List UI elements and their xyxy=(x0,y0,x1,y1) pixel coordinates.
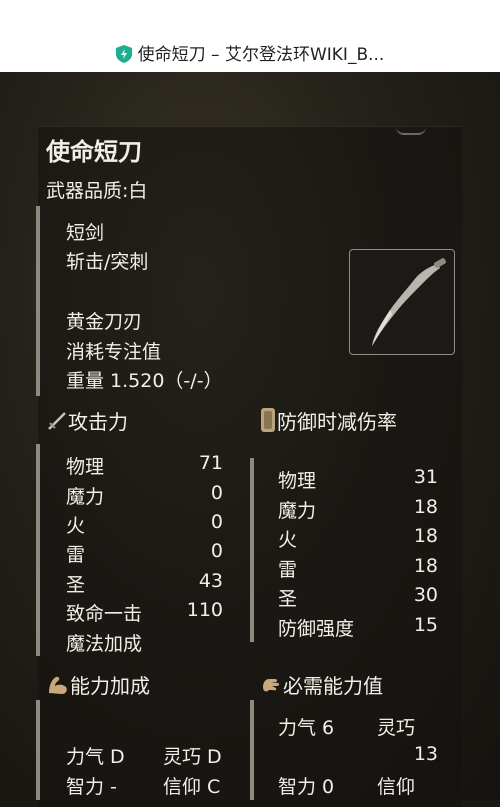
requirement-strength: 力气 6 xyxy=(278,717,335,739)
attack-value: 71 xyxy=(198,452,223,474)
scaling-stat: 力气 D xyxy=(66,746,125,768)
requirements-divider xyxy=(250,700,254,800)
page-title: 使命短刀 – 艾尔登法环WIKI_B... xyxy=(137,45,385,65)
scaling-heading-label: 能力加成 xyxy=(70,674,150,698)
requirement-dexterity-label: 灵巧 xyxy=(377,717,416,739)
attack-value: 0 xyxy=(210,511,223,533)
requirements-heading: 必需能力值 xyxy=(259,670,383,702)
scaling-heading: 能力加成 xyxy=(46,670,150,702)
info-divider xyxy=(36,206,40,396)
page-title-wrapper[interactable]: 使命短刀 – 艾尔登法环WIKI_B... xyxy=(0,40,500,68)
weapon-image-frame xyxy=(349,249,455,355)
defense-label: 雷 xyxy=(278,559,298,581)
attack-label: 魔法加成 xyxy=(66,633,143,655)
browser-title-bar: 使命短刀 – 艾尔登法环WIKI_B... xyxy=(0,0,500,73)
weapon-cost: 消耗专注值 xyxy=(66,341,162,363)
shield-icon xyxy=(259,407,277,438)
attack-label: 圣 xyxy=(66,574,86,596)
requirement-intelligence: 智力 0 xyxy=(278,776,335,798)
arm-icon xyxy=(46,673,70,702)
scaling-divider xyxy=(36,700,40,800)
panel-corner-decoration xyxy=(396,127,426,135)
attack-label: 火 xyxy=(66,515,86,537)
weapon-type: 短剑 xyxy=(66,222,105,244)
defense-label: 魔力 xyxy=(278,500,317,522)
attack-value: 0 xyxy=(210,482,223,504)
shield-icon xyxy=(115,45,132,68)
defense-divider xyxy=(250,458,254,642)
defense-label: 防御强度 xyxy=(278,618,355,640)
defense-value: 15 xyxy=(413,614,438,636)
scaling-stat: 信仰 C xyxy=(163,776,221,798)
scaling-stat: 灵巧 D xyxy=(163,746,222,768)
defense-label: 火 xyxy=(278,529,298,551)
attack-label: 魔力 xyxy=(66,486,105,508)
scaling-stat: 智力 - xyxy=(66,776,117,798)
defense-label: 物理 xyxy=(278,470,317,492)
attack-value: 0 xyxy=(210,540,223,562)
weapon-weight: 重量 1.520（-/-） xyxy=(66,370,223,392)
defense-value: 18 xyxy=(413,555,438,577)
weapon-attack-type: 斩击/突刺 xyxy=(66,251,149,273)
hand-icon xyxy=(259,673,283,702)
defense-label: 圣 xyxy=(278,588,298,610)
weapon-name: 使命短刀 xyxy=(46,138,142,166)
attack-heading-label: 攻击力 xyxy=(68,410,128,434)
defense-heading-label: 防御时减伤率 xyxy=(277,410,397,434)
attack-label: 雷 xyxy=(66,544,86,566)
defense-value: 31 xyxy=(413,466,438,488)
attack-heading: 攻击力 xyxy=(46,406,128,437)
dagger-icon xyxy=(372,258,446,346)
requirement-dexterity-value: 13 xyxy=(413,743,438,765)
attack-label: 物理 xyxy=(66,456,105,478)
attack-divider xyxy=(36,444,40,656)
attack-value: 43 xyxy=(198,570,223,592)
weapon-skill: 黄金刀刃 xyxy=(66,311,143,333)
requirements-heading-label: 必需能力值 xyxy=(283,674,383,698)
sword-icon xyxy=(46,410,68,437)
defense-heading: 防御时减伤率 xyxy=(259,406,397,438)
defense-value: 30 xyxy=(413,584,438,606)
attack-label: 致命一击 xyxy=(66,603,143,625)
defense-value: 18 xyxy=(413,496,438,518)
requirement-faith-label: 信仰 xyxy=(377,776,416,798)
weapon-quality: 武器品质:白 xyxy=(46,180,148,202)
defense-value: 18 xyxy=(413,525,438,547)
attack-value: 110 xyxy=(186,599,223,621)
